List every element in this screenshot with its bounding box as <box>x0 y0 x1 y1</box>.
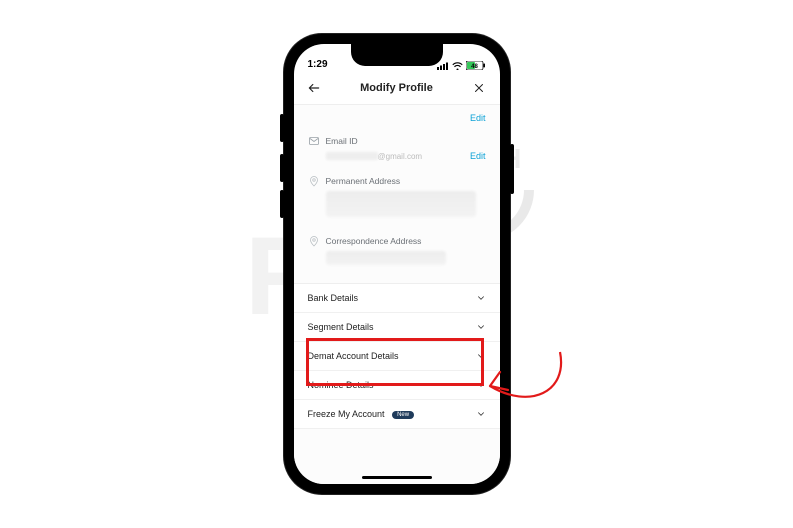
close-button[interactable] <box>471 80 487 96</box>
signal-icon <box>437 62 449 70</box>
accordion-label: Demat Account Details <box>308 351 399 361</box>
email-domain: @gmail.com <box>378 152 423 161</box>
back-button[interactable] <box>306 80 322 96</box>
top-edit-link[interactable]: Edit <box>470 113 486 123</box>
wifi-icon <box>452 62 463 70</box>
accordion-bank-details[interactable]: Bank Details <box>294 284 500 313</box>
home-indicator <box>362 476 432 479</box>
permanent-address-field: Permanent Address <box>308 175 486 217</box>
location-icon <box>308 235 320 247</box>
new-badge: New <box>392 411 414 419</box>
chevron-down-icon <box>476 293 486 303</box>
accordion-label: Bank Details <box>308 293 359 303</box>
chevron-down-icon <box>476 351 486 361</box>
phone-screen: 1:29 48 Modify Profile <box>294 44 500 484</box>
battery-icon: 48 <box>466 61 486 70</box>
accordion-label: Nominee Details <box>308 380 374 390</box>
email-icon <box>308 135 320 147</box>
chevron-down-icon <box>476 322 486 332</box>
chevron-down-icon <box>476 409 486 419</box>
phone-frame: 1:29 48 Modify Profile <box>284 34 510 494</box>
accordion-demat-details[interactable]: Demat Account Details <box>294 342 500 371</box>
accordion-list: Bank Details Segment Details Demat Accou… <box>294 283 500 429</box>
accordion-nominee-details[interactable]: Nominee Details <box>294 371 500 400</box>
correspondence-address-field: Correspondence Address <box>308 235 486 265</box>
accordion-label: Segment Details <box>308 322 374 332</box>
profile-content: Edit Email ID @gmail.com Edit <box>294 105 500 484</box>
accordion-freeze-account[interactable]: Freeze My Account New <box>294 400 500 429</box>
page-header: Modify Profile <box>294 72 500 105</box>
email-edit-link[interactable]: Edit <box>470 151 486 161</box>
email-field: Email ID @gmail.com Edit <box>308 135 486 161</box>
svg-text:48: 48 <box>471 64 478 70</box>
accordion-segment-details[interactable]: Segment Details <box>294 313 500 342</box>
correspondence-address-value-blur <box>326 251 446 265</box>
accordion-label: Freeze My Account <box>308 409 385 419</box>
back-arrow-icon <box>307 81 321 95</box>
correspondence-address-label: Correspondence Address <box>326 236 422 246</box>
close-icon <box>473 82 485 94</box>
location-icon <box>308 175 320 187</box>
page-title: Modify Profile <box>360 82 433 94</box>
permanent-address-value-blur <box>326 191 476 217</box>
phone-notch <box>351 44 443 66</box>
email-label: Email ID <box>326 136 358 146</box>
chevron-down-icon <box>476 380 486 390</box>
email-value-blur <box>326 152 378 160</box>
status-time: 1:29 <box>308 59 328 70</box>
permanent-address-label: Permanent Address <box>326 176 401 186</box>
